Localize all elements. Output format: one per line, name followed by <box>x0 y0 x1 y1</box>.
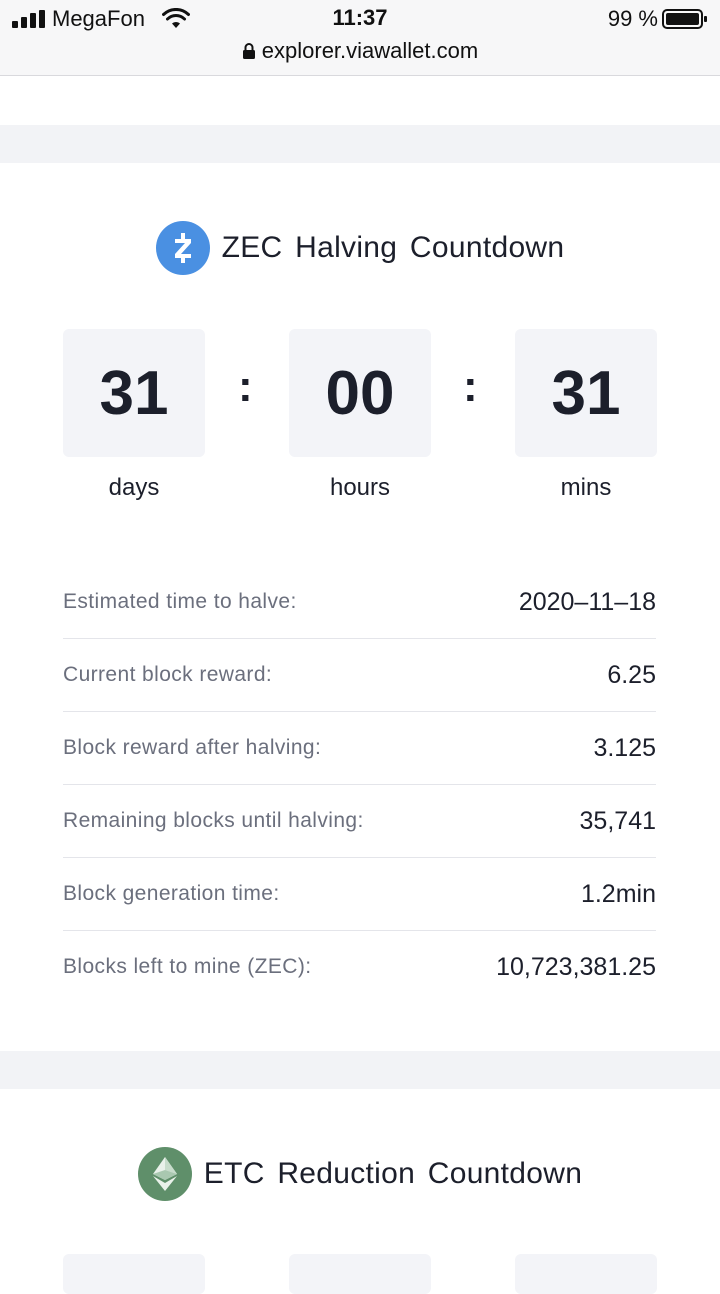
section-title: ZEC Halving Countdown <box>221 231 565 264</box>
zcash-coin-icon <box>155 221 210 275</box>
info-value: 35,741 <box>579 806 656 835</box>
countdown-mins-label: mins <box>560 474 612 501</box>
countdown-mins-tile <box>515 1254 657 1294</box>
countdown-mins-tile: 31 <box>515 329 657 457</box>
info-row-estimated-time: Estimated time to halve: 2020–11–18 <box>63 566 656 639</box>
info-row-generation-time: Block generation time: 1.2min <box>63 858 656 931</box>
info-label: Block reward after halving: <box>63 736 322 759</box>
section-divider <box>0 1051 720 1089</box>
info-label: Block generation time: <box>63 882 280 905</box>
countdown-hours-tile <box>289 1254 431 1294</box>
lock-icon <box>242 43 255 59</box>
countdown-days-tile: 31 <box>63 329 205 457</box>
info-label: Remaining blocks until halving: <box>63 809 364 832</box>
section-divider <box>0 125 720 163</box>
info-value: 2020–11–18 <box>518 587 656 616</box>
info-label: Current block reward: <box>63 663 273 686</box>
url-text: explorer.viawallet.com <box>261 38 479 63</box>
browser-top-bar: MegaFon 11:37 99 % explorer.viawallet.co… <box>0 0 720 76</box>
countdown-days-label: days <box>108 474 160 501</box>
countdown-separator: : <box>463 362 478 411</box>
etc-section-header: ETC Reduction Countdown <box>0 1147 720 1201</box>
section-title: ETC Reduction Countdown <box>203 1157 583 1190</box>
countdown-separator: : <box>238 362 253 411</box>
info-value: 3.125 <box>593 733 656 762</box>
info-value: 10,723,381.25 <box>496 952 656 981</box>
countdown-hours-tile: 00 <box>289 329 431 457</box>
battery-icon <box>662 9 707 29</box>
info-value: 1.2min <box>580 879 656 908</box>
battery-percentage: 99 % <box>607 6 658 31</box>
info-label: Blocks left to mine (ZEC): <box>63 955 312 978</box>
info-row-reward-after: Block reward after halving: 3.125 <box>63 712 656 785</box>
countdown-hours-label: hours <box>329 474 391 501</box>
zec-section-header: ZEC Halving Countdown <box>0 221 720 275</box>
info-value: 6.25 <box>607 660 656 689</box>
info-label: Estimated time to halve: <box>63 590 297 613</box>
halving-info-list: Estimated time to halve: 2020–11–18 Curr… <box>63 566 656 1003</box>
countdown-days-tile <box>63 1254 205 1294</box>
ethereum-classic-coin-icon <box>137 1147 192 1201</box>
info-row-remaining-blocks: Remaining blocks until halving: 35,741 <box>63 785 656 858</box>
info-row-current-reward: Current block reward: 6.25 <box>63 639 656 712</box>
info-row-blocks-left: Blocks left to mine (ZEC): 10,723,381.25 <box>63 931 656 1003</box>
address-bar[interactable]: explorer.viawallet.com <box>0 38 720 64</box>
